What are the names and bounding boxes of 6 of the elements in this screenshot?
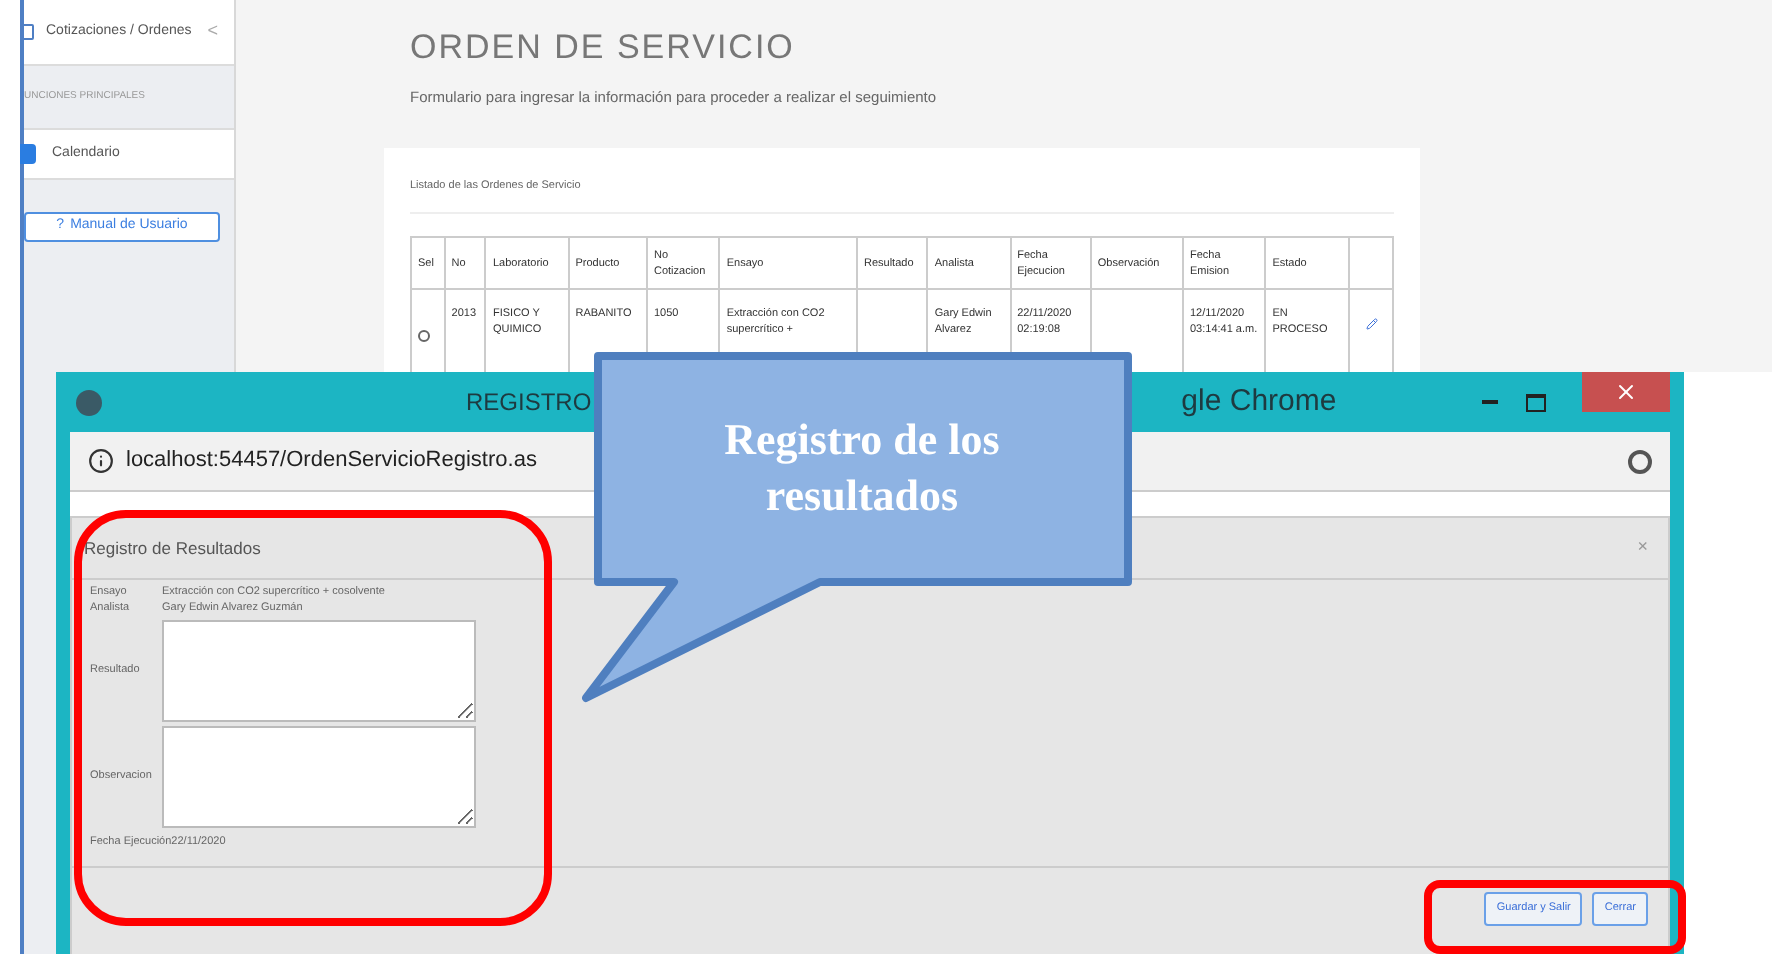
window-title: gle Chrome xyxy=(1181,381,1337,422)
page-title: ORDEN DE SERVICIO xyxy=(410,26,797,70)
url-text: localhost:54457/OrdenServicioRegistro.as xyxy=(126,446,537,477)
callout-text: Registro de los resultados xyxy=(722,412,1002,524)
window-title: REGISTRO xyxy=(466,386,592,420)
modal-title: Registro de Resultados xyxy=(84,535,261,561)
